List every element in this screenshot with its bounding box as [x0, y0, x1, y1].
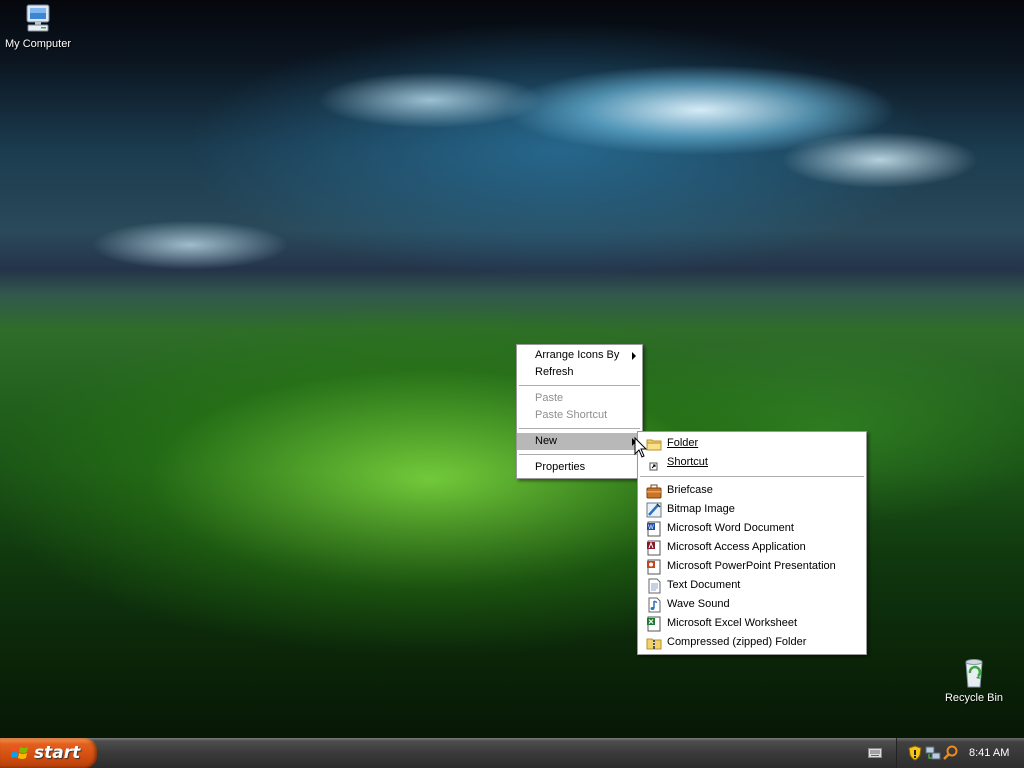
- menu-item-label: Wave Sound: [667, 598, 730, 610]
- new-item-folder[interactable]: Folder: [638, 434, 866, 453]
- new-item-bitmap-image[interactable]: Bitmap Image: [638, 500, 866, 519]
- menu-item-label: Shortcut: [667, 456, 708, 468]
- menu-item-label: Microsoft Access Application: [667, 541, 806, 553]
- desktop[interactable]: My Computer Recycle Bin: [0, 0, 1024, 738]
- network-icon[interactable]: [925, 745, 941, 761]
- menu-item-label: Text Document: [667, 579, 741, 591]
- taskbar-clock[interactable]: 8:41 AM: [969, 738, 1009, 768]
- recycle-bin-icon: [965, 659, 983, 688]
- system-tray: 8:41 AM: [896, 738, 1024, 768]
- desktop-icon-my-computer[interactable]: My Computer: [0, 2, 78, 50]
- menu-item-label: Arrange Icons By: [535, 349, 620, 361]
- svg-text:W: W: [648, 525, 654, 531]
- keyboard-icon[interactable]: [868, 748, 882, 758]
- my-computer-icon: [26, 4, 50, 32]
- briefcase-icon: [646, 484, 662, 499]
- menu-item-label: Microsoft PowerPoint Presentation: [667, 560, 836, 572]
- menu-item-label: Paste Shortcut: [535, 409, 608, 421]
- menu-item-label: Compressed (zipped) Folder: [667, 636, 807, 648]
- menu-item-paste-shortcut[interactable]: Paste Shortcut: [517, 407, 642, 424]
- mouse-cursor-icon: [634, 437, 648, 458]
- menu-separator: [519, 385, 640, 386]
- start-button[interactable]: start: [0, 738, 97, 768]
- menu-item-label: Microsoft Excel Worksheet: [667, 617, 798, 629]
- windows-flag-icon: [11, 746, 28, 759]
- menu-separator: [640, 476, 864, 477]
- menu-item-paste[interactable]: Paste: [517, 390, 642, 407]
- start-label: start: [34, 743, 81, 763]
- desktop-icon-recycle-bin[interactable]: Recycle Bin: [934, 656, 1014, 704]
- menu-item-label: New: [535, 435, 558, 447]
- text-document-icon: [648, 578, 661, 594]
- security-shield-icon[interactable]: [907, 745, 923, 761]
- menu-item-refresh[interactable]: Refresh: [517, 364, 642, 381]
- new-item-briefcase[interactable]: Briefcase: [638, 481, 866, 500]
- menu-item-label: Microsoft Word Document: [667, 522, 794, 534]
- new-item-excel-worksheet[interactable]: Microsoft Excel Worksheet: [638, 614, 866, 633]
- menu-item-label: Properties: [535, 461, 586, 473]
- new-submenu: Folder Shortcut Briefcase Bitmap Image W: [637, 431, 867, 655]
- desktop-icon-label: Recycle Bin: [944, 692, 1004, 704]
- access-icon: [647, 540, 661, 556]
- menu-item-label: Briefcase: [667, 484, 713, 496]
- new-item-compressed-folder[interactable]: Compressed (zipped) Folder: [638, 633, 866, 652]
- shortcut-icon: [649, 462, 658, 471]
- menu-item-label: Refresh: [535, 366, 574, 378]
- menu-item-label: Paste: [535, 392, 564, 404]
- menu-item-label: Folder: [667, 437, 699, 449]
- menu-separator: [519, 454, 640, 455]
- new-item-shortcut[interactable]: Shortcut: [638, 453, 866, 472]
- menu-item-properties[interactable]: Properties: [517, 459, 642, 476]
- search-tray-icon[interactable]: [943, 745, 959, 761]
- wallpaper-shade: [0, 470, 1024, 738]
- menu-item-label: Bitmap Image: [667, 503, 735, 515]
- menu-item-new[interactable]: New: [517, 433, 642, 450]
- taskbar: start 8:41 AM: [0, 738, 1024, 768]
- new-item-powerpoint-presentation[interactable]: Microsoft PowerPoint Presentation: [638, 557, 866, 576]
- word-icon: W: [647, 521, 661, 537]
- desktop-context-menu: Arrange Icons By Refresh Paste Paste Sho…: [516, 344, 643, 479]
- new-item-word-document[interactable]: W Microsoft Word Document: [638, 519, 866, 538]
- desktop-icon-label: My Computer: [4, 38, 72, 50]
- excel-icon: [647, 616, 661, 632]
- powerpoint-icon: [647, 559, 661, 575]
- menu-separator: [519, 428, 640, 429]
- new-item-access-application[interactable]: Microsoft Access Application: [638, 538, 866, 557]
- new-item-wave-sound[interactable]: Wave Sound: [638, 595, 866, 614]
- menu-item-arrange-icons-by[interactable]: Arrange Icons By: [517, 347, 642, 364]
- bitmap-icon: [646, 502, 662, 518]
- wave-sound-icon: [648, 597, 661, 613]
- submenu-arrow-icon: [632, 352, 636, 360]
- zip-folder-icon: [646, 638, 662, 650]
- new-item-text-document[interactable]: Text Document: [638, 576, 866, 595]
- folder-icon: [646, 439, 662, 451]
